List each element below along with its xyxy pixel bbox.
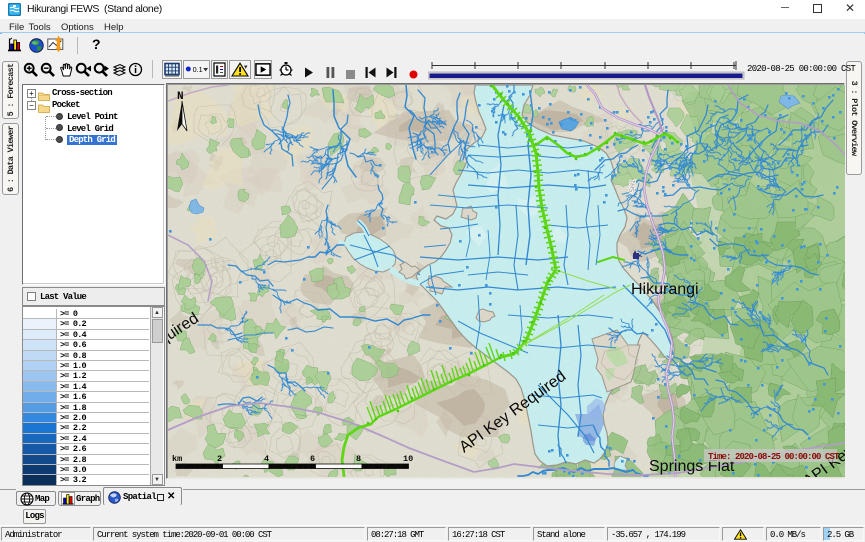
svg-text:0.1: 0.1: [193, 65, 203, 74]
